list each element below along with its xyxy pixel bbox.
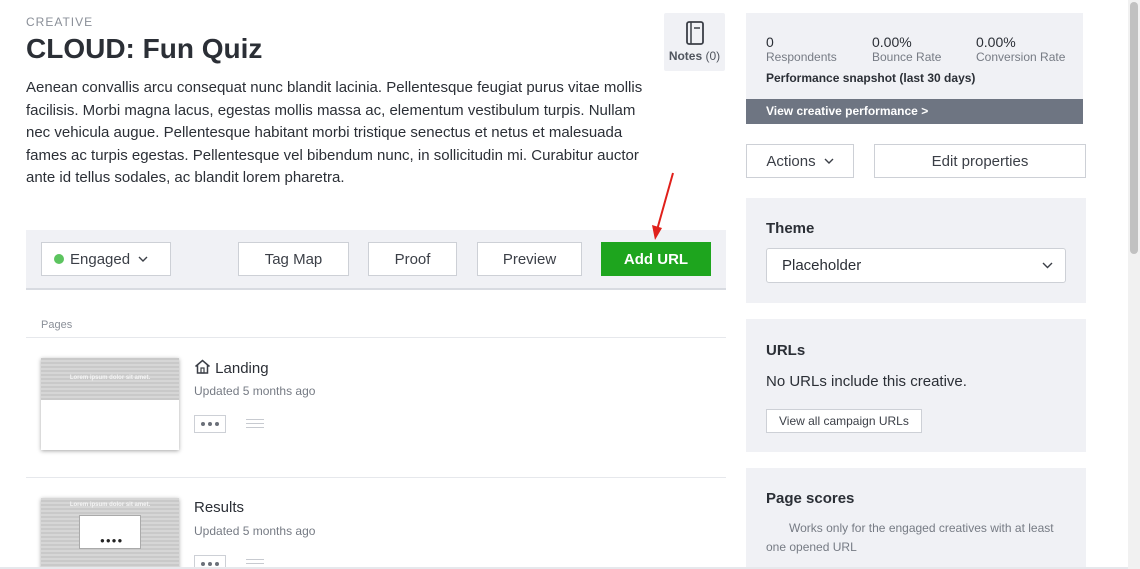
theme-panel: Theme Placeholder bbox=[746, 198, 1086, 303]
theme-select[interactable]: Placeholder bbox=[766, 248, 1066, 283]
page-scores-title: Page scores bbox=[766, 490, 855, 507]
notes-count: (0) bbox=[705, 49, 721, 63]
status-dot bbox=[54, 254, 64, 264]
page-scores-panel: Page scores Works only for the engaged c… bbox=[746, 468, 1086, 569]
divider bbox=[26, 337, 726, 338]
stat-respondents: 0 Respondents bbox=[766, 34, 837, 64]
performance-panel: 0 Respondents 0.00% Bounce Rate 0.00% Co… bbox=[746, 13, 1083, 124]
urls-empty-text: No URLs include this creative. bbox=[766, 373, 967, 390]
drag-handle-icon[interactable] bbox=[246, 559, 264, 567]
page-scores-note: Works only for the engaged creatives wit… bbox=[766, 521, 1054, 554]
notes-label: Notes bbox=[668, 49, 703, 63]
more-options-button[interactable] bbox=[194, 415, 226, 433]
page-name-landing[interactable]: Landing bbox=[194, 359, 269, 377]
drag-handle-icon[interactable] bbox=[246, 419, 264, 431]
theme-title: Theme bbox=[766, 220, 815, 237]
scrollbar-thumb[interactable] bbox=[1130, 2, 1138, 254]
actions-dropdown[interactable]: Actions bbox=[746, 144, 854, 178]
divider bbox=[26, 477, 726, 478]
stat-bounce-rate: 0.00% Bounce Rate bbox=[872, 34, 942, 64]
page-updated-results: Updated 5 months ago bbox=[194, 524, 316, 538]
performance-snapshot-label: Performance snapshot (last 30 days) bbox=[766, 71, 976, 85]
chevron-down-icon bbox=[1042, 262, 1053, 269]
chevron-down-icon bbox=[138, 256, 148, 262]
page-eyebrow: CREATIVE bbox=[26, 15, 94, 29]
view-performance-link[interactable]: View creative performance > bbox=[746, 99, 1083, 124]
urls-title: URLs bbox=[766, 342, 806, 359]
notes-button[interactable]: Notes (0) bbox=[664, 13, 725, 71]
annotation-arrow bbox=[652, 172, 674, 240]
proof-button[interactable]: Proof bbox=[368, 242, 457, 276]
page-name-results[interactable]: Results bbox=[194, 499, 244, 516]
vertical-scrollbar[interactable] bbox=[1128, 0, 1140, 569]
view-all-urls-button[interactable]: View all campaign URLs bbox=[766, 409, 922, 433]
home-icon bbox=[195, 359, 210, 374]
status-label: Engaged bbox=[70, 250, 131, 268]
pages-section-label: Pages bbox=[41, 319, 73, 331]
urls-panel: URLs No URLs include this creative. View… bbox=[746, 319, 1086, 452]
tag-map-button[interactable]: Tag Map bbox=[238, 242, 349, 276]
preview-button[interactable]: Preview bbox=[477, 242, 582, 276]
page-updated-landing: Updated 5 months ago bbox=[194, 384, 316, 398]
page-thumbnail-results[interactable]: Lorem ipsum dolor sit amet. ●●●● bbox=[41, 498, 179, 569]
page-toolbar: Engaged Tag Map Proof Preview Add URL bbox=[26, 230, 726, 290]
stat-conversion-rate: 0.00% Conversion Rate bbox=[976, 34, 1066, 64]
page-thumbnail-landing[interactable]: Lorem ipsum dolor sit amet. bbox=[41, 358, 179, 450]
add-url-button[interactable]: Add URL bbox=[601, 242, 711, 276]
creative-description: Aenean convallis arcu consequat nunc bla… bbox=[26, 79, 643, 186]
actions-label: Actions bbox=[766, 152, 816, 170]
edit-properties-button[interactable]: Edit properties bbox=[874, 144, 1086, 178]
status-dropdown[interactable]: Engaged bbox=[41, 242, 171, 276]
chevron-down-icon bbox=[824, 158, 834, 164]
page-title: CLOUD: Fun Quiz bbox=[26, 33, 263, 64]
notebook-icon bbox=[686, 21, 704, 45]
